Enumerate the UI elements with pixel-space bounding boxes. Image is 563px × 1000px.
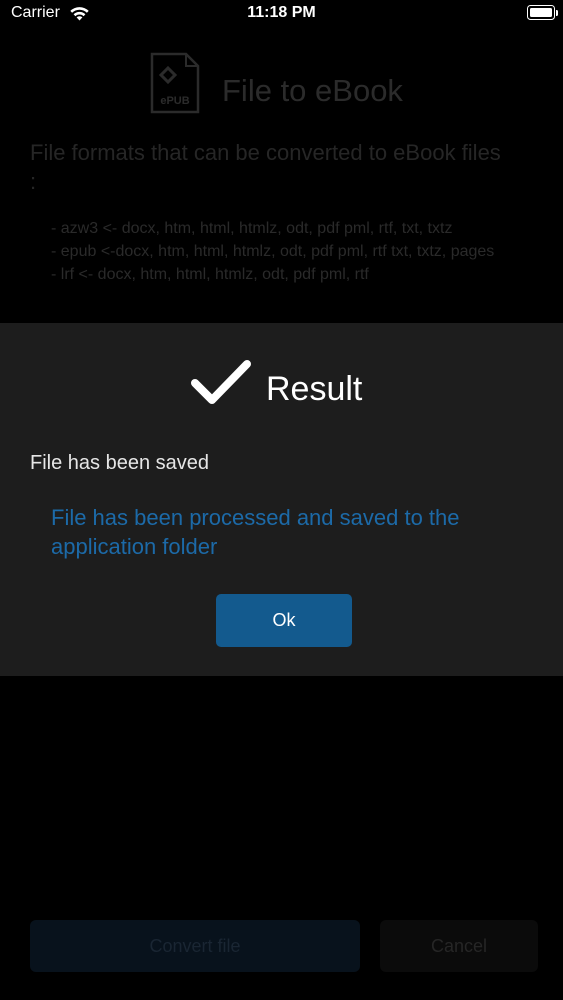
checkmark-icon bbox=[191, 360, 251, 404]
epub-logo-icon: ePUB bbox=[150, 52, 200, 114]
formats-list: - azw3 <- docx, htm, html, htmlz, odt, p… bbox=[51, 217, 521, 286]
ok-button[interactable]: Ok bbox=[216, 594, 352, 647]
formats-heading: File formats that can be converted to eB… bbox=[30, 140, 501, 194]
convert-file-button[interactable]: Convert file bbox=[30, 920, 360, 972]
dialog-title: Result bbox=[266, 370, 363, 408]
epub-logo-label: ePUB bbox=[160, 95, 189, 107]
cancel-button[interactable]: Cancel bbox=[380, 920, 538, 972]
format-item: - azw3 <- docx, htm, html, htmlz, odt, p… bbox=[51, 220, 453, 237]
page-title: File to eBook bbox=[222, 73, 403, 108]
format-item: - epub <-docx, htm, html, htmlz, odt, pd… bbox=[51, 243, 495, 260]
dialog-subtitle: File has been saved bbox=[30, 452, 210, 474]
format-item: - lrf <- docx, htm, html, htmlz, odt, pd… bbox=[51, 266, 369, 283]
dialog-message: File has been processed and saved to the… bbox=[51, 505, 460, 559]
result-dialog: Result File has been saved File has been… bbox=[0, 323, 563, 676]
